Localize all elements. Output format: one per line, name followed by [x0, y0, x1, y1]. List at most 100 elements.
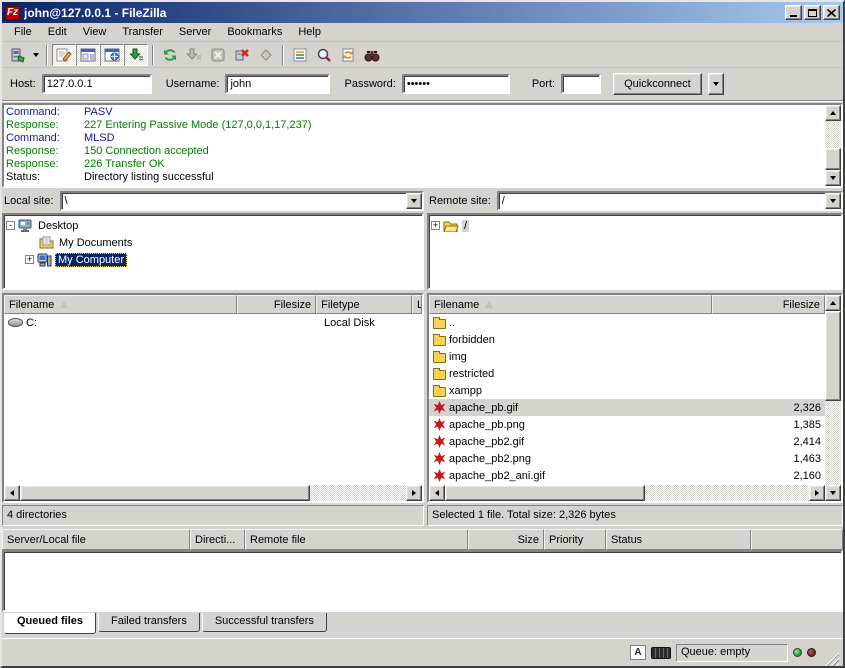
file-row[interactable]: apache_pb2.gif2,414 [429, 433, 825, 450]
expander-icon[interactable]: - [6, 221, 15, 230]
tree-item-my-documents[interactable]: My Documents [6, 234, 420, 251]
refresh-button[interactable] [158, 44, 182, 66]
scroll-left-button[interactable] [4, 485, 20, 501]
scroll-thumb[interactable] [445, 485, 645, 501]
column-server-local-file[interactable]: Server/Local file [2, 529, 190, 550]
filter-button[interactable] [288, 44, 312, 66]
local-list-body[interactable]: C: Local Disk [4, 314, 422, 485]
column-filesize[interactable]: Filesize [712, 295, 825, 314]
filename: apache_pb2_ani.gif [449, 470, 545, 482]
toggle-transfer-queue-button[interactable] [124, 44, 148, 66]
tree-item-desktop[interactable]: - Desktop [6, 217, 420, 234]
queue-list[interactable] [2, 550, 843, 612]
column-priority[interactable]: Priority [544, 529, 606, 550]
tab-successful-transfers[interactable]: Successful transfers [202, 613, 327, 632]
toggle-message-log-button[interactable] [52, 44, 76, 66]
quickconnect-button[interactable]: Quickconnect [613, 73, 702, 95]
column-filename[interactable]: Filename [429, 295, 712, 314]
reconnect-button[interactable] [254, 44, 278, 66]
chevron-down-icon [713, 82, 719, 86]
remote-site-combobox[interactable]: / [497, 191, 843, 211]
toggle-local-tree-button[interactable] [76, 44, 100, 66]
close-button[interactable] [823, 5, 840, 20]
menu-view[interactable]: View [75, 24, 115, 40]
tab-queued-files[interactable]: Queued files [4, 613, 96, 634]
file-row[interactable]: apache_pb.png1,385 [429, 416, 825, 433]
filename: img [449, 351, 467, 363]
tree-item-root[interactable]: + / [431, 217, 839, 234]
local-site-bar: Local site: \ [2, 191, 424, 211]
scroll-down-button[interactable] [825, 485, 841, 501]
scroll-thumb[interactable] [825, 148, 841, 170]
scroll-down-button[interactable] [825, 170, 841, 186]
port-input[interactable] [561, 74, 601, 94]
directory-comparison-button[interactable] [312, 44, 336, 66]
expander-icon[interactable]: + [25, 255, 34, 264]
scroll-thumb[interactable] [20, 485, 310, 501]
username-input[interactable] [225, 74, 330, 94]
combo-dropdown-button[interactable] [406, 193, 422, 209]
synchronized-browsing-button[interactable] [336, 44, 360, 66]
file-row[interactable]: xampp [429, 382, 825, 399]
remote-list-body[interactable]: .. forbidden img restricted xampp apache… [429, 314, 825, 485]
file-row[interactable]: forbidden [429, 331, 825, 348]
tab-failed-transfers[interactable]: Failed transfers [98, 613, 200, 632]
file-row[interactable]: .. [429, 314, 825, 331]
scroll-left-button[interactable] [429, 485, 445, 501]
menu-edit[interactable]: Edit [40, 24, 75, 40]
site-manager-dropdown[interactable] [30, 44, 42, 66]
menu-bookmarks[interactable]: Bookmarks [219, 24, 290, 40]
host-input[interactable] [42, 74, 152, 94]
scroll-up-button[interactable] [825, 295, 841, 311]
log-label: Response: [6, 158, 84, 171]
column-status[interactable]: Status [606, 529, 751, 550]
scroll-right-button[interactable] [809, 485, 825, 501]
menu-server[interactable]: Server [171, 24, 219, 40]
column-filesize[interactable]: Filesize [237, 295, 316, 314]
expander-icon[interactable]: + [431, 221, 440, 230]
quickconnect-dropdown[interactable] [708, 73, 724, 95]
log-scrollbar[interactable] [825, 105, 841, 186]
file-row-c-drive[interactable]: C: Local Disk [4, 314, 422, 331]
password-input[interactable] [402, 74, 510, 94]
menu-help[interactable]: Help [290, 24, 329, 40]
scroll-up-button[interactable] [825, 105, 841, 121]
remote-hscrollbar[interactable] [429, 485, 825, 501]
file-row[interactable]: img [429, 348, 825, 365]
resize-grip[interactable] [825, 652, 839, 666]
filename: apache_pb2.png [449, 453, 531, 465]
column-filename[interactable]: Filename [4, 295, 237, 314]
column-lastmodified[interactable]: L [412, 295, 422, 314]
menu-transfer[interactable]: Transfer [114, 24, 171, 40]
scroll-right-button[interactable] [406, 485, 422, 501]
menu-file[interactable]: File [6, 24, 40, 40]
minimize-button[interactable] [785, 5, 802, 20]
sort-ascending-icon [485, 301, 493, 308]
file-row[interactable]: restricted [429, 365, 825, 382]
log-text: MLSD [84, 132, 115, 145]
local-hscrollbar[interactable] [4, 485, 422, 501]
column-direction[interactable]: Directi... [190, 529, 245, 550]
filename: apache_pb2.gif [449, 436, 524, 448]
local-site-combobox[interactable]: \ [60, 191, 424, 211]
data-type-indicator-icon[interactable]: A [630, 645, 646, 660]
file-row-selected[interactable]: apache_pb.gif2,326 [429, 399, 825, 416]
find-files-button[interactable] [360, 44, 384, 66]
disconnect-button[interactable] [230, 44, 254, 66]
remote-vscrollbar[interactable] [825, 295, 841, 501]
combo-dropdown-button[interactable] [825, 193, 841, 209]
tree-item-my-computer[interactable]: + My Computer [6, 251, 420, 268]
column-remote-file[interactable]: Remote file [245, 529, 468, 550]
cancel-button[interactable] [206, 44, 230, 66]
file-row[interactable]: apache_pb2_ani.gif2,160 [429, 467, 825, 484]
column-filetype[interactable]: Filetype [316, 295, 412, 314]
column-size[interactable]: Size [468, 529, 544, 550]
scroll-thumb[interactable] [825, 311, 841, 401]
status-indicator-icon[interactable] [651, 647, 671, 659]
process-queue-button[interactable] [182, 44, 206, 66]
disk-icon [8, 318, 23, 327]
maximize-button[interactable] [804, 5, 821, 20]
toggle-remote-tree-button[interactable] [100, 44, 124, 66]
site-manager-button[interactable] [6, 44, 30, 66]
file-row[interactable]: apache_pb2.png1,463 [429, 450, 825, 467]
